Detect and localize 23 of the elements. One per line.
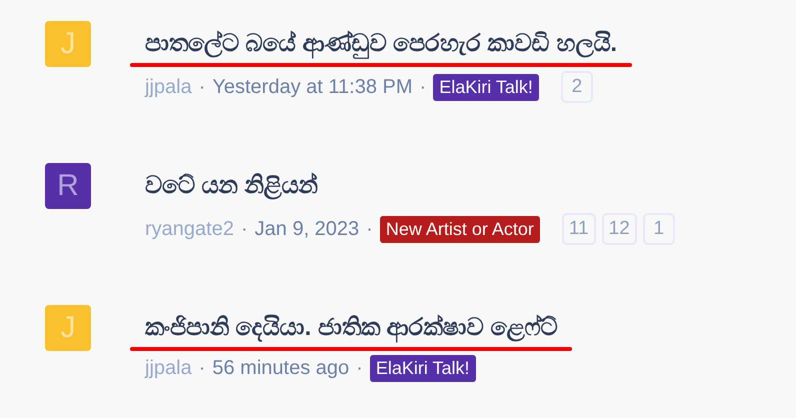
forum-tag[interactable]: New Artist or Actor [380,216,540,242]
thread-title[interactable]: වටේ යන නිළියන් [145,171,318,201]
separator: · [198,357,206,380]
post-time[interactable]: Yesterday at 11:38 PM [212,76,413,98]
separator: · [240,218,248,240]
author-link[interactable]: jjpala [145,76,192,98]
page-link[interactable]: 1 [642,213,675,245]
post-time[interactable]: 56 minutes ago [212,357,350,380]
author-link[interactable]: jjpala [145,357,192,380]
separator: · [366,218,373,240]
separator: · [420,76,426,98]
forum-tag[interactable]: ElaKiri Talk! [433,74,539,100]
author-link[interactable]: ryangate2 [145,218,234,240]
thread-title[interactable]: පාතලේට බයේ ආණ්ඩුව පෙරහැර කාවඩි හලයි. [145,29,618,59]
post-time[interactable]: Jan 9, 2023 [254,218,360,240]
thread-title[interactable]: කංජිපානි දෙයියා. ජාතික ආරක්ෂාව ළෙෆ්ට් [145,313,558,343]
avatar[interactable]: R [45,163,91,209]
page-link[interactable]: 12 [602,213,637,245]
forum-tag[interactable]: ElaKiri Talk! [370,355,476,382]
separator: · [198,76,206,98]
page-link[interactable]: 11 [562,213,596,245]
separator: · [356,357,363,380]
page-link[interactable]: 2 [560,71,593,103]
